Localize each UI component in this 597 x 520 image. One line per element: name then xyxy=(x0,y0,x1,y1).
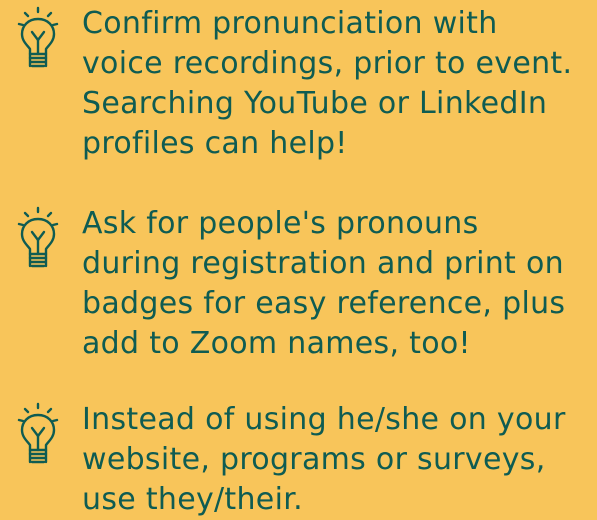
lightbulb-icon xyxy=(12,206,72,272)
tip-text: Ask for people's pronouns during registr… xyxy=(82,206,566,361)
tip-text: Instead of using he/she on your website,… xyxy=(82,402,566,517)
tip-text: Confirm pronunciation with voice recordi… xyxy=(82,6,573,161)
lightbulb-icon xyxy=(12,402,72,468)
lightbulb-icon xyxy=(12,6,72,72)
tips-list: Confirm pronunciation with voice recordi… xyxy=(0,0,597,517)
